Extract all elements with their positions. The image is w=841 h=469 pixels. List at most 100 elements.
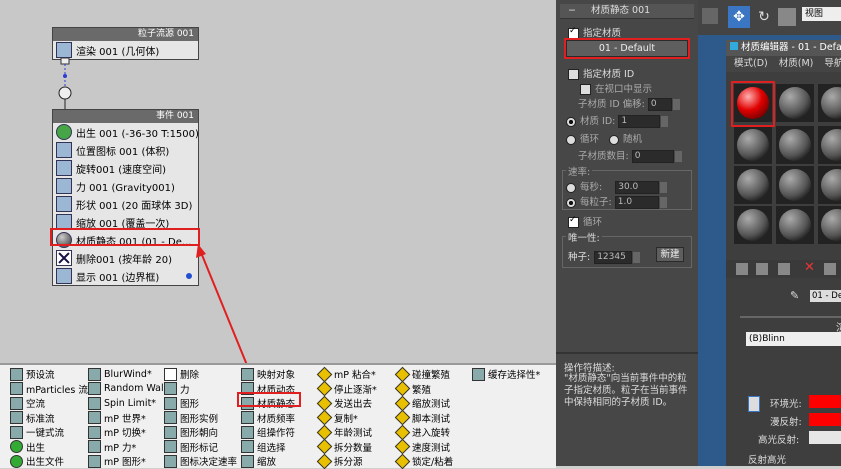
per-second-spinner[interactable]: 30.0 [615,181,660,194]
depot-item[interactable]: 一键式流 [10,425,93,440]
matid-radio[interactable] [566,116,576,127]
depot-item[interactable]: 材质频率 [241,411,295,426]
depot-item[interactable]: 缩放测试 [394,395,453,412]
depot-item[interactable]: mP 世界* [88,411,174,426]
assign-icon[interactable] [778,263,790,275]
event-row-rotation[interactable]: 旋转001 (速度空间) [53,159,198,177]
material-slot[interactable] [734,206,772,244]
event-row-position[interactable]: 位置图标 001 (体积) [53,141,198,159]
depot-item[interactable]: mP 力* [88,440,174,455]
per-particle-radio[interactable] [566,197,576,208]
loop-checkbox[interactable]: 循环 [568,214,602,228]
source-node[interactable]: 粒子流源 001 渲染 001 (几何体) [52,27,199,60]
assign-material-checkbox[interactable]: 指定材质 [568,25,621,39]
depot-item[interactable]: 年龄测试 [316,424,377,441]
shader-dropdown[interactable]: (B)Blinn [746,332,841,346]
put-material-icon[interactable] [756,263,768,275]
material-editor-titlebar[interactable]: 材质编辑器 - 01 - Defa [726,40,841,56]
material-slot[interactable] [734,126,772,164]
material-slot[interactable] [776,206,814,244]
material-slot[interactable] [818,166,841,204]
menu-navigation[interactable]: 导航( [824,58,841,69]
depot-item[interactable]: 组操作符 [241,425,295,440]
depot-item[interactable]: 删除 [164,367,237,382]
depot-item[interactable]: 复制* [316,409,377,426]
depot-item[interactable]: 锁定/粘着 [394,453,453,469]
per-second-radio[interactable] [566,182,576,193]
rotate-icon[interactable]: ↻ [754,6,774,28]
depot-item[interactable]: 缓存选择性* [472,367,540,382]
depot-item[interactable]: 图形朝向 [164,425,237,440]
depot-item[interactable]: 停止逐渐* [316,380,377,397]
depot-item[interactable]: mP 粘合* [316,366,377,383]
material-slot[interactable] [776,126,814,164]
show-in-viewport-checkbox[interactable]: 在视口中显示 [580,81,652,95]
depot-item[interactable]: 空流 [10,396,93,411]
depot-item[interactable]: 图标决定速率 [164,454,237,469]
depot-item[interactable]: mP 切换* [88,425,174,440]
depot-item[interactable]: Spin Limit* [88,396,174,411]
per-particle-spinner[interactable]: 1.0 [614,196,659,209]
depot-item[interactable]: BlurWind* [88,367,174,382]
material-slot[interactable] [776,166,814,204]
event-row-force[interactable]: 力 001 (Gravity001) [53,177,198,195]
cycle-radio[interactable] [566,134,576,145]
event-row-shape[interactable]: 形状 001 (20 面球体 3D) [53,195,198,213]
depot-item[interactable]: 出生文件 [10,454,93,469]
menu-material[interactable]: 材质(M) [779,58,814,69]
source-node-row[interactable]: 渲染 001 (几何体) [53,41,198,59]
diffuse-color-swatch[interactable] [809,413,841,426]
depot-item[interactable]: 拆分数量 [316,438,377,455]
toolbar-icon[interactable] [702,8,718,24]
depot-item[interactable]: 映射对象 [241,367,295,382]
event-row-display[interactable]: 显示 001 (边界框) [53,267,198,285]
material-slot[interactable] [818,206,841,244]
eyedropper-icon[interactable]: ✎ [790,289,799,302]
depot-item[interactable]: 脚本测试 [394,409,453,426]
depot-item[interactable]: 图形实例 [164,411,237,426]
specular-color-swatch[interactable] [809,431,841,444]
material-name-field[interactable]: 01 - Def [810,290,841,302]
depot-item[interactable]: 组选择 [241,440,295,455]
material-slot[interactable] [818,84,841,122]
submat-offset-spinner[interactable]: 0 [647,98,672,111]
material-slot[interactable] [734,166,772,204]
new-seed-button[interactable]: 新建 [656,247,684,262]
reference-coord-dropdown[interactable]: 视图 [802,7,841,21]
event-node[interactable]: 事件 001 出生 001 (-36-30 T:1500) 位置图标 001 (… [52,109,199,286]
material-slot[interactable] [818,126,841,164]
make-copy-icon[interactable] [824,263,836,275]
depot-item[interactable]: mP 图形* [88,454,174,469]
event-row-birth[interactable]: 出生 001 (-36-30 T:1500) [53,123,199,141]
depot-item[interactable]: 发送出去 [316,395,377,412]
depot-item[interactable]: 繁殖 [394,380,453,397]
assign-matid-checkbox[interactable]: 指定材质 ID [568,66,634,80]
reset-x-icon[interactable]: ✕ [804,260,815,275]
depot-item[interactable]: 出生 [10,440,93,455]
seed-spinner[interactable]: 12345 [594,251,633,264]
depot-item[interactable]: 预设流 [10,367,93,382]
depot-item[interactable]: 速度测试 [394,438,453,455]
rollout-header[interactable]: − 材质静态 001 [560,4,694,19]
scale-icon[interactable] [778,8,796,26]
matid-spinner[interactable]: 1 [618,115,661,128]
depot-item[interactable]: 标准流 [10,411,93,426]
depot-item[interactable]: 碰撞繁殖 [394,366,453,383]
depot-item[interactable]: 进入旋转 [394,424,453,441]
menu-mode[interactable]: 模式(D) [734,58,768,69]
depot-item[interactable]: 拆分源 [316,453,377,469]
material-slot[interactable] [776,84,814,122]
submat-count-spinner[interactable]: 0 [631,150,674,163]
depot-item[interactable]: 缩放 [241,454,295,469]
lock-icon[interactable] [748,396,760,412]
ambient-color-swatch[interactable] [809,395,841,408]
depot-item[interactable]: Random Walk* [88,382,174,397]
depot-item[interactable]: 图形 [164,396,237,411]
get-material-icon[interactable] [736,263,748,275]
depot-item[interactable]: mParticles 流* [10,382,93,397]
depot-item[interactable]: 力 [164,382,237,397]
event-row-delete[interactable]: 删除001 (按年龄 20) [53,249,198,267]
move-icon[interactable]: ✥ [728,6,750,28]
depot-item[interactable]: 图形标记 [164,440,237,455]
random-radio[interactable] [609,134,620,145]
